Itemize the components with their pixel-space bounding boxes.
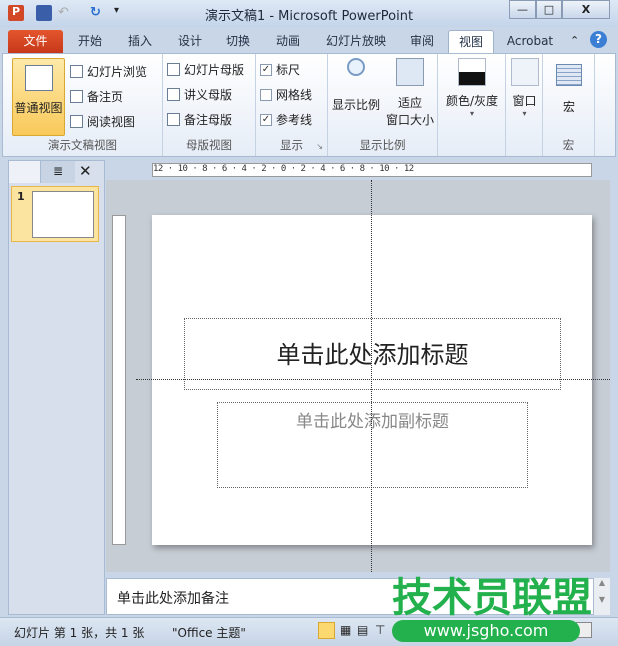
zoom-label: 显示比例 (331, 98, 380, 112)
notes-page-icon (70, 90, 83, 103)
subtitle-placeholder[interactable]: 单击此处添加副标题 (217, 402, 528, 488)
slide-thumbnail[interactable]: 1 (11, 186, 99, 242)
handout-master-label: 讲义母版 (184, 88, 233, 102)
checkbox-icon: ✓ (260, 113, 272, 126)
fit-label-1: 适应 (397, 96, 422, 110)
thumbnail-image (32, 191, 94, 238)
tab-transitions[interactable]: 切换 (218, 30, 258, 53)
group-label: 母版视图 (186, 138, 232, 152)
close-button[interactable]: X (562, 0, 610, 19)
tab-review[interactable]: 审阅 (402, 30, 442, 53)
reading-view-button[interactable]: 阅读视图 (70, 113, 135, 130)
reading-view-label: 阅读视图 (87, 115, 136, 129)
close-pane-icon[interactable]: ✕ (79, 162, 92, 180)
tab-slideshow[interactable]: 幻灯片放映 (318, 30, 394, 53)
gridlines-checkbox[interactable]: 网格线 (260, 86, 312, 103)
normal-view-status-icon[interactable] (318, 622, 335, 639)
window-button[interactable]: 窗口 ▾ (508, 58, 541, 118)
watermark-logo: 技术员联盟 (392, 575, 592, 621)
gridlines-label: 网格线 (276, 88, 313, 102)
notes-placeholder[interactable]: 单击此处添加备注 (117, 588, 229, 608)
color-grayscale-button[interactable]: 颜色/灰度 ▾ (440, 58, 504, 118)
ruler-checkbox[interactable]: ✓ 标尺 (260, 61, 300, 78)
guides-label: 参考线 (276, 113, 313, 127)
fit-label-2: 窗口大小 (385, 113, 434, 127)
handout-master-button[interactable]: 讲义母版 (167, 86, 232, 103)
vertical-guide[interactable] (371, 180, 372, 572)
tab-view[interactable]: 视图 (448, 30, 494, 53)
notes-page-button[interactable]: 备注页 (70, 88, 123, 105)
macros-button[interactable]: 宏 (545, 64, 593, 115)
title-bar: P ↶ ↻ ▾ 演示文稿1 - Microsoft PowerPoint — □… (0, 0, 618, 27)
slide-master-label: 幻灯片母版 (184, 63, 245, 77)
slide-sorter-label: 幻灯片浏览 (87, 65, 148, 79)
tab-animations[interactable]: 动画 (268, 30, 308, 53)
horizontal-guide[interactable] (136, 379, 610, 380)
slide-canvas: 单击此处添加标题 单击此处添加副标题 (152, 215, 592, 545)
slide-info: 幻灯片 第 1 张，共 1 张 (14, 626, 145, 640)
fit-window-icon (396, 58, 424, 86)
maximize-button[interactable]: □ (536, 0, 562, 19)
tab-insert[interactable]: 插入 (120, 30, 160, 53)
tab-file[interactable]: 文件 (8, 30, 63, 53)
slide-number: 1 (17, 190, 25, 203)
slide-master-icon (167, 63, 180, 76)
zoom-button[interactable]: 显示比例 (330, 58, 382, 113)
group-label: 演示文稿视图 (48, 138, 117, 152)
guides-checkbox[interactable]: ✓ 参考线 (260, 111, 312, 128)
color-grayscale-label: 颜色/灰度 (445, 94, 499, 108)
window-label: 窗口 (512, 94, 537, 108)
normal-view-label: 普通视图 (14, 101, 63, 115)
checkbox-icon (260, 88, 272, 101)
group-presentation-views: 普通视图 幻灯片浏览 备注页 阅读视图 演示文稿视图 (3, 54, 163, 156)
horizontal-ruler: 12 · 10 · 8 · 6 · 4 · 2 · 0 · 2 · 4 · 6 … (152, 163, 592, 177)
group-master-views: 幻灯片母版 讲义母版 备注母版 母版视图 (163, 54, 256, 156)
ruler-label: 标尺 (276, 63, 301, 77)
theme-name[interactable]: "Office 主题" (172, 624, 246, 641)
notes-scrollbar[interactable]: ▲ ▼ (594, 578, 610, 615)
watermark-url: www.jsgho.com (392, 620, 580, 642)
window-icon (510, 58, 539, 86)
vertical-ruler (112, 215, 126, 545)
group-color: 颜色/灰度 ▾ (438, 54, 506, 156)
minimize-button[interactable]: — (509, 0, 536, 19)
dialog-launcher-icon[interactable]: ↘ (316, 142, 323, 151)
notes-page-label: 备注页 (87, 90, 124, 104)
normal-view-button[interactable]: 普通视图 (12, 58, 65, 136)
tab-design[interactable]: 设计 (170, 30, 210, 53)
normal-view-icon (24, 65, 53, 91)
handout-master-icon (167, 88, 180, 101)
slides-tab[interactable] (9, 161, 41, 183)
help-icon[interactable]: ? (590, 31, 607, 48)
reading-view-status-icon[interactable]: ▤ (357, 623, 368, 637)
group-macros: 宏 宏 (543, 54, 595, 156)
collapse-ribbon-icon[interactable]: ⌃ (570, 34, 579, 47)
slide-master-button[interactable]: 幻灯片母版 (167, 61, 244, 78)
slide-sorter-button[interactable]: 幻灯片浏览 (70, 63, 147, 80)
tab-acrobat[interactable]: Acrobat (502, 30, 558, 53)
fit-to-window-button[interactable]: 适应 窗口大小 (384, 58, 436, 128)
group-label: 显示比例 (359, 138, 406, 152)
color-grayscale-icon (458, 58, 486, 86)
macros-label: 宏 (562, 100, 575, 114)
group-label: 宏 (562, 138, 575, 152)
notes-master-icon (167, 113, 180, 126)
reading-view-icon (70, 115, 83, 128)
sorter-view-status-icon[interactable]: ▦ (340, 623, 351, 637)
outline-tab[interactable]: ≣ (41, 161, 75, 183)
notes-master-button[interactable]: 备注母版 (167, 111, 232, 128)
magnifier-icon (347, 58, 365, 76)
group-show: ✓ 标尺 网格线 ✓ 参考线 显示 ↘ (256, 54, 328, 156)
tab-home[interactable]: 开始 (70, 30, 110, 53)
slides-panel: ≣ ✕ 1 (8, 160, 105, 615)
slideshow-status-icon[interactable]: ⊤ (375, 623, 385, 637)
ribbon: 普通视图 幻灯片浏览 备注页 阅读视图 演示文稿视图 幻灯片母版 讲义母版 备注… (2, 53, 616, 157)
group-zoom: 显示比例 适应 窗口大小 显示比例 (328, 54, 438, 156)
group-window: 窗口 ▾ (506, 54, 543, 156)
checkbox-icon: ✓ (260, 63, 272, 76)
ribbon-tabs: 文件 开始 插入 设计 切换 动画 幻灯片放映 审阅 视图 Acrobat ⌃ … (0, 27, 618, 53)
macros-icon (556, 64, 582, 86)
notes-master-label: 备注母版 (184, 113, 233, 127)
slide-sorter-icon (70, 65, 83, 78)
